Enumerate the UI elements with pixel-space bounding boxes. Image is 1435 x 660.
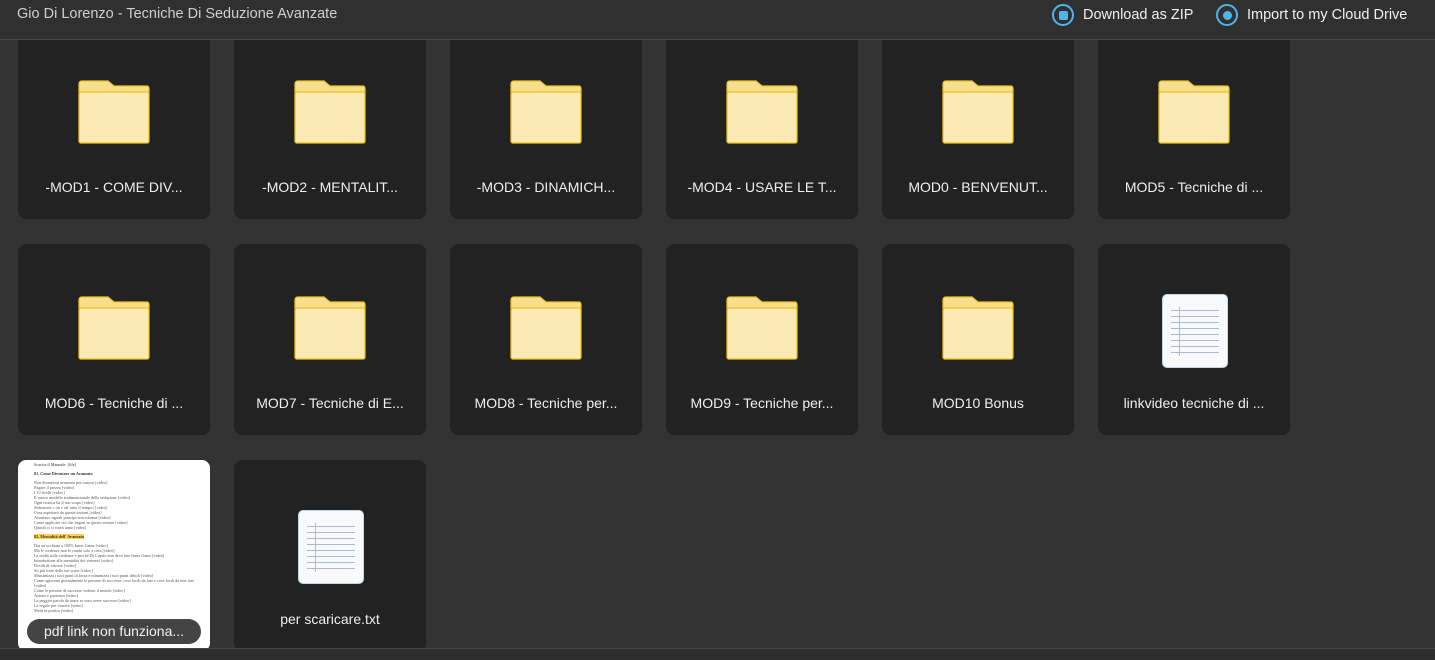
import-cloud-drive-button[interactable]: Import to my Cloud Drive — [1216, 4, 1407, 26]
folder-icon — [78, 80, 150, 144]
folder-icon — [942, 296, 1014, 360]
item-label: -MOD1 - COME DIV... — [45, 179, 183, 195]
top-bar: Gio Di Lorenzo - Tecniche Di Seduzione A… — [0, 0, 1435, 40]
item-label: MOD9 - Tecniche per... — [690, 395, 834, 411]
folder-item[interactable]: MOD5 - Tecniche di ... — [1098, 40, 1290, 219]
folder-item[interactable]: MOD6 - Tecniche di ... — [18, 244, 210, 435]
item-label: per scaricare.txt — [280, 611, 380, 627]
folder-item[interactable]: MOD0 - BENVENUT... — [882, 40, 1074, 219]
preview-line: Scarica il Manuale: [file] — [34, 462, 76, 467]
item-label: -MOD4 - USARE LE T... — [687, 179, 837, 195]
folder-item[interactable]: -MOD4 - USARE LE T... — [666, 40, 858, 219]
preview-heading: 01. Come Diventare un Avanzato — [34, 471, 93, 476]
folder-item[interactable]: MOD7 - Tecniche di E... — [234, 244, 426, 435]
folder-icon — [78, 296, 150, 360]
item-label: MOD5 - Tecniche di ... — [1124, 179, 1264, 195]
folder-icon — [294, 296, 366, 360]
file-item[interactable]: linkvideo tecniche di ... — [1098, 244, 1290, 435]
folder-title: Gio Di Lorenzo - Tecniche Di Seduzione A… — [17, 6, 338, 22]
file-item[interactable]: per scaricare.txt — [234, 460, 426, 648]
item-label: MOD0 - BENVENUT... — [908, 179, 1048, 195]
folder-icon — [726, 80, 798, 144]
item-label: pdf link non funziona... — [27, 619, 201, 644]
item-label: linkvideo tecniche di ... — [1123, 395, 1265, 411]
preview-line: Quindi ci ci vorrà tanto [video] — [34, 525, 87, 530]
item-label: MOD7 - Tecniche di E... — [256, 395, 404, 411]
text-file-icon — [298, 510, 364, 584]
download-zip-button[interactable]: Download as ZIP — [1052, 4, 1193, 26]
folder-item[interactable]: -MOD2 - MENTALIT... — [234, 40, 426, 219]
folder-item[interactable]: -MOD1 - COME DIV... — [18, 40, 210, 219]
folder-item[interactable]: -MOD3 - DINAMICH... — [450, 40, 642, 219]
file-item[interactable]: Scarica il Manuale: [file] 01. Come Diven… — [18, 460, 210, 648]
bottom-bar — [0, 648, 1435, 660]
folder-icon — [942, 80, 1014, 144]
zip-icon — [1052, 4, 1074, 26]
item-label: MOD10 Bonus — [932, 395, 1024, 411]
text-file-icon — [1162, 294, 1228, 368]
item-label: MOD8 - Tecniche per... — [474, 395, 618, 411]
item-label: MOD6 - Tecniche di ... — [44, 395, 184, 411]
preview-heading: 02. Mentalità dell' Avanzato — [34, 534, 84, 539]
folder-item[interactable]: MOD10 Bonus — [882, 244, 1074, 435]
folder-icon — [294, 80, 366, 144]
file-grid-area: -MOD1 - COME DIV... -MOD2 - MENTALIT... -M… — [0, 40, 1435, 648]
folder-item[interactable]: MOD9 - Tecniche per... — [666, 244, 858, 435]
item-label: -MOD3 - DINAMICH... — [476, 179, 616, 195]
folder-icon — [1158, 80, 1230, 144]
preview-line: Metti in pratica [video] — [34, 608, 73, 613]
download-zip-label: Download as ZIP — [1083, 7, 1194, 23]
item-label: -MOD2 - MENTALIT... — [262, 179, 398, 195]
cloud-upload-icon — [1216, 4, 1238, 26]
folder-item[interactable]: MOD8 - Tecniche per... — [450, 244, 642, 435]
preview-line: Come agiscono giornalmente le persone di… — [34, 578, 194, 588]
folder-icon — [510, 80, 582, 144]
folder-icon — [726, 296, 798, 360]
file-grid: -MOD1 - COME DIV... -MOD2 - MENTALIT... -M… — [18, 40, 1290, 648]
folder-icon — [510, 296, 582, 360]
import-cloud-label: Import to my Cloud Drive — [1247, 7, 1408, 23]
